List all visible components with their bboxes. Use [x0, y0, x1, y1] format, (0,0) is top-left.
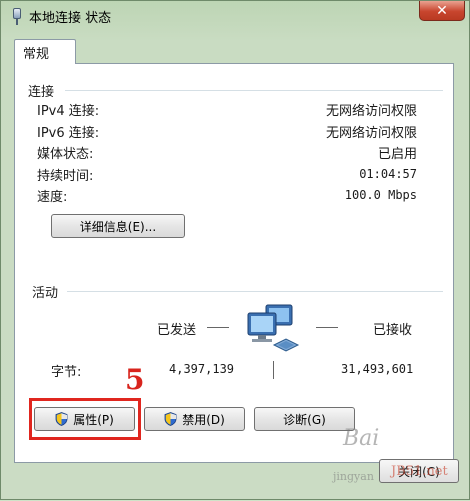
highlight-box — [29, 398, 141, 440]
tab-general[interactable]: 常规 — [14, 39, 76, 64]
media-state-label: 媒体状态: — [37, 146, 94, 162]
connection-divider — [65, 90, 443, 91]
network-plug-icon — [11, 7, 23, 25]
close-icon: ✕ — [436, 2, 448, 19]
tab-label: 常规 — [23, 46, 50, 62]
details-button-label: 详细信息(E)... — [79, 219, 157, 234]
watermark: Bai jingyan JB51.net — [291, 426, 470, 501]
duration-label: 持续时间: — [37, 168, 94, 184]
duration-value: 01:04:57 — [359, 167, 417, 181]
network-computers-icon — [244, 301, 304, 359]
ipv6-label: IPv6 连接: — [37, 125, 100, 141]
bytes-sent-value: 4,397,139 — [169, 362, 235, 376]
media-state-value: 已启用 — [377, 146, 417, 162]
row-media-state: 媒体状态: 已启用 — [37, 142, 417, 162]
activity-divider — [67, 291, 443, 292]
connection-section-label: 连接 — [28, 85, 55, 100]
row-speed: 速度: 100.0 Mbps — [37, 185, 417, 205]
window-title: 本地连接 状态 — [29, 10, 112, 26]
status-window: 本地连接 状态 ✕ 常规 连接 IPv4 连接: 无网络访问权限 IPv6 连接… — [0, 0, 470, 500]
activity-separator — [273, 361, 274, 379]
watermark-line1: Bai — [343, 426, 380, 451]
row-ipv4: IPv4 连接: 无网络访问权限 — [37, 99, 417, 119]
title-bar[interactable]: 本地连接 状态 — [1, 1, 469, 31]
details-button[interactable]: 详细信息(E)... — [51, 214, 185, 238]
bytes-label: 字节: — [51, 365, 82, 380]
bytes-received-value: 31,493,601 — [341, 362, 414, 376]
sent-dash — [207, 327, 229, 328]
ipv4-value: 无网络访问权限 — [325, 103, 417, 119]
received-dash — [316, 327, 338, 328]
activity-section-label: 活动 — [32, 286, 59, 301]
row-ipv6: IPv6 连接: 无网络访问权限 — [37, 121, 417, 141]
diagnose-button-label: 诊断(G) — [283, 412, 326, 427]
speed-label: 速度: — [37, 189, 68, 205]
row-duration: 持续时间: 01:04:57 — [37, 164, 417, 184]
sent-label: 已发送 — [157, 323, 197, 338]
close-button[interactable]: ✕ — [419, 1, 465, 21]
step-number-annotation: 5 — [125, 363, 145, 396]
watermark-line2: jingyan — [333, 470, 374, 483]
watermark-line3: JB51.net — [391, 464, 448, 479]
ipv4-label: IPv4 连接: — [37, 103, 100, 119]
ipv6-value: 无网络访问权限 — [325, 125, 417, 141]
speed-value: 100.0 Mbps — [344, 188, 417, 202]
disable-button[interactable]: 禁用(D) — [144, 407, 245, 431]
received-label: 已接收 — [373, 323, 413, 338]
disable-button-label: 禁用(D) — [182, 412, 225, 427]
uac-shield-icon — [164, 412, 177, 426]
